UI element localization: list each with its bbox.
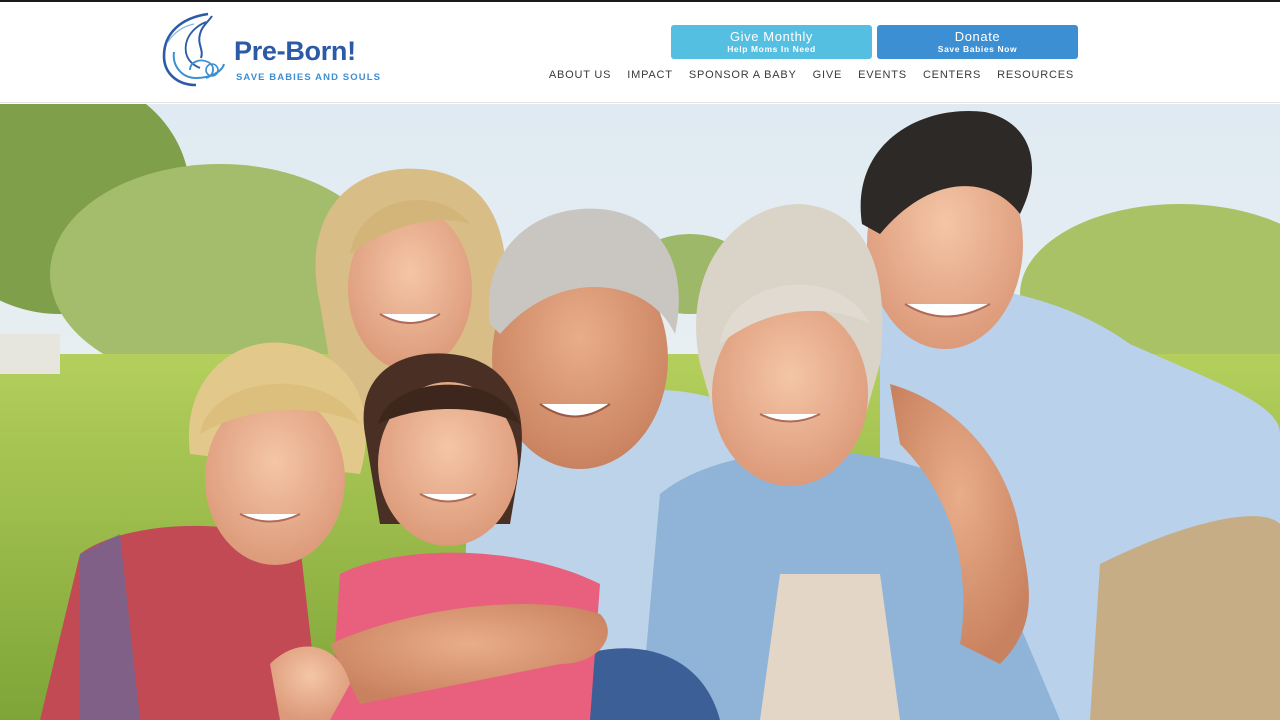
nav-item-events[interactable]: EVENTS <box>858 69 907 81</box>
nav-item-impact[interactable]: IMPACT <box>627 69 673 81</box>
nav-item-give[interactable]: GIVE <box>813 69 843 81</box>
brand-name: Pre-Born! <box>234 36 356 66</box>
give-monthly-button[interactable]: Give Monthly Help Moms In Need <box>671 25 872 59</box>
brand-tagline: SAVE BABIES AND SOULS <box>236 72 382 83</box>
nav-item-centers[interactable]: CENTERS <box>923 69 981 81</box>
site-header: Pre-Born! SAVE BABIES AND SOULS Give Mon… <box>0 2 1280 103</box>
give-monthly-subtitle: Help Moms In Need <box>727 44 816 55</box>
main-nav: ABOUT US IMPACT SPONSOR A BABY GIVE EVEN… <box>549 69 1074 81</box>
donate-button[interactable]: Donate Save Babies Now <box>877 25 1078 59</box>
nav-item-resources[interactable]: RESOURCES <box>997 69 1074 81</box>
hero-image <box>0 104 1280 720</box>
family-photo-illustration <box>0 104 1280 720</box>
site-logo[interactable]: Pre-Born! SAVE BABIES AND SOULS <box>160 12 380 88</box>
donate-subtitle: Save Babies Now <box>937 44 1018 55</box>
mother-and-baby-logo-icon <box>162 12 225 87</box>
nav-item-about-us[interactable]: ABOUT US <box>549 69 611 81</box>
donate-title: Donate <box>954 29 1001 44</box>
nav-item-sponsor-a-baby[interactable]: SPONSOR A BABY <box>689 69 797 81</box>
give-monthly-title: Give Monthly <box>729 29 814 44</box>
